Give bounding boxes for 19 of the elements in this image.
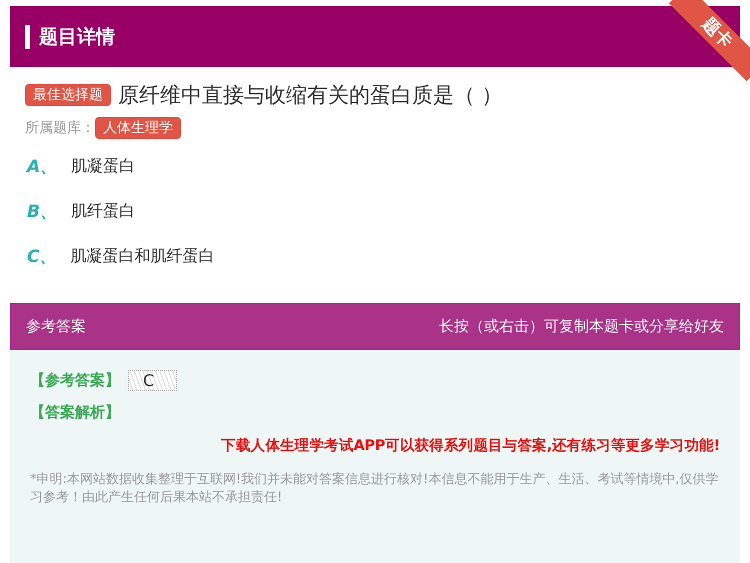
share-hint: 长按（或右击）可复制本题卡或分享给好友 (439, 317, 724, 336)
bank-tag: 人体生理学 (95, 117, 181, 139)
answer-title: 参考答案 (26, 317, 86, 336)
analysis-label: 【答案解析】 (30, 403, 121, 422)
page-title: 题目详情 (39, 24, 115, 50)
bank-label: 所属题库： (25, 119, 95, 137)
option-text: 肌纤蛋白 (70, 201, 135, 222)
option-letter: B、 (27, 201, 57, 223)
accent-bar (25, 24, 30, 48)
disclaimer-text: *申明:本网站数据收集整理于互联网!我们并未能对答案信息进行核对!本信息不能用于生产、生活、考试等情境中,仅供学习参考！由此产生任何后果本站不承担责任! (30, 471, 720, 507)
answer-label: 【参考答案】 (30, 371, 120, 390)
answer-value: C (128, 370, 178, 391)
option-text: 肌凝蛋白和肌纤蛋白 (70, 246, 214, 267)
question-text: 原纤维中直接与收缩有关的蛋白质是（ ） (118, 82, 503, 109)
promo-text: 下载人体生理学考试APP可以获得系列题目与答案,还有练习等更多学习功能! (220, 436, 720, 455)
option-letter: A、 (27, 156, 58, 178)
question-type-tag: 最佳选择题 (25, 84, 111, 106)
option-letter: C、 (27, 246, 56, 268)
option-text: 肌凝蛋白 (71, 156, 136, 177)
